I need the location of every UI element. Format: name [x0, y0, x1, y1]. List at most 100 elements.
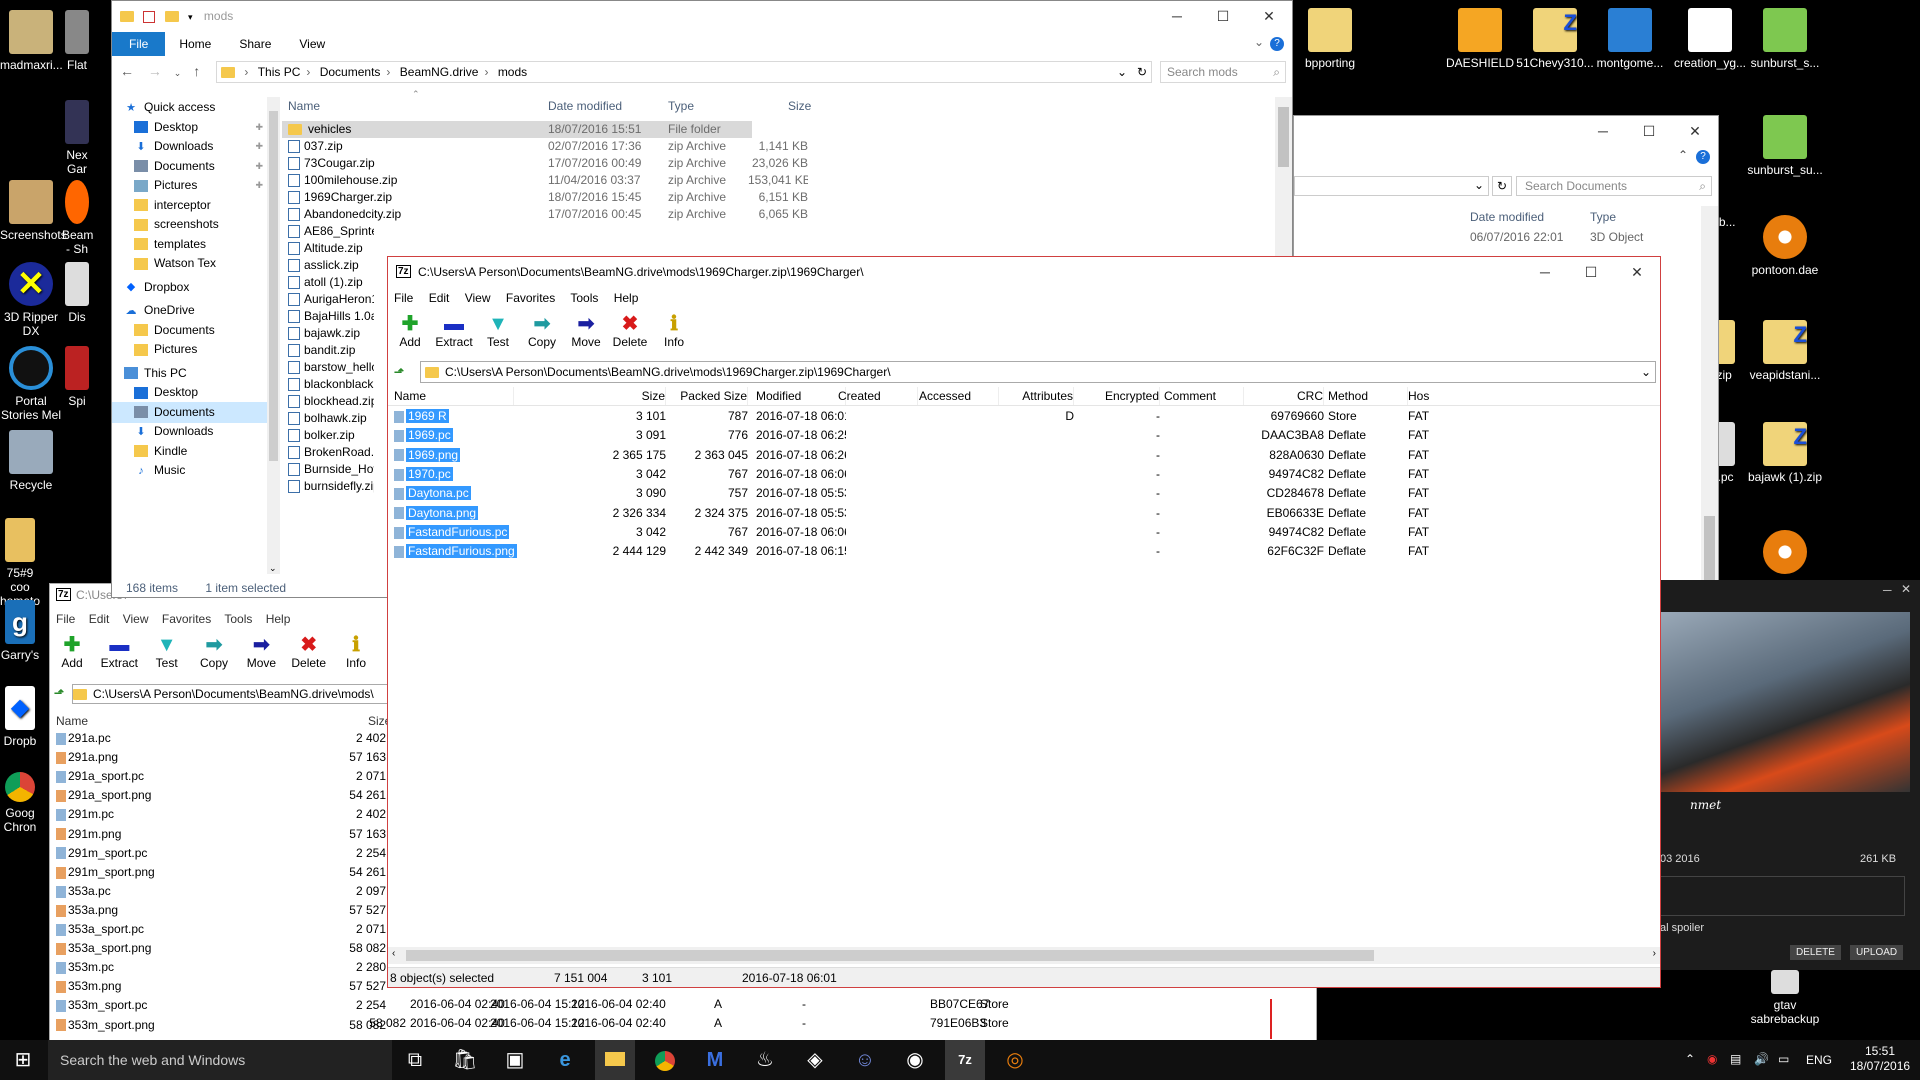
desktop-icon-3dripper[interactable]: ✕ 3D Ripper DX [0, 262, 62, 338]
spoiler-field[interactable] [1660, 876, 1905, 916]
blender-icon[interactable]: ◎ [995, 1040, 1035, 1080]
archive-row[interactable]: FastandFurious.png 2 444 129 2 442 349 2016… [388, 542, 1660, 561]
upload-button[interactable]: UPLOAD [1850, 945, 1904, 960]
desktop-icon-veapid[interactable]: Zveapidstani... [1745, 320, 1825, 382]
pin-icon[interactable]: ✚ [255, 156, 263, 177]
archive-row[interactable]: Daytona.pc 3 090 757 2016-07-18 05:53 - CD284… [388, 484, 1660, 503]
nav-item-documents[interactable]: Documents [112, 320, 267, 341]
desktop-icon-montgome[interactable]: montgome... [1590, 8, 1670, 70]
spoiler-label[interactable]: al spoiler [1660, 922, 1704, 934]
7zip-taskbar-icon[interactable]: 7z [945, 1040, 985, 1080]
7zip-window-1969charger[interactable]: 7z C:\Users\A Person\Documents\BeamNG.dr… [387, 256, 1661, 988]
column-header-name[interactable]: Name [288, 99, 320, 113]
archive-row[interactable]: 353a.pc 2 097 [50, 882, 390, 901]
up-folder-icon[interactable]: ⬏ [54, 686, 64, 700]
discord-icon[interactable]: ☺ [845, 1040, 885, 1080]
archive-row[interactable]: 291a.pc 2 402 [50, 729, 390, 748]
delete-button[interactable]: DELETE [1790, 945, 1841, 960]
minimize-button[interactable]: ─ [1522, 257, 1568, 287]
menu-edit[interactable]: Edit [89, 612, 110, 626]
delete-button[interactable]: ✖ Delete [608, 313, 652, 349]
file-row[interactable]: vehicles 18/07/2016 15:51 File folder [282, 121, 752, 138]
archive-row[interactable]: 353m.pc 2 280 [50, 958, 390, 977]
refresh-icon[interactable]: ↻ [1137, 62, 1147, 82]
test-button[interactable]: ▼ Test [476, 313, 520, 349]
desktop-icon-screenshots[interactable]: Screenshots [0, 180, 67, 242]
file-row[interactable]: Abandonedcity.zip 17/07/2016 00:45 zip Arc… [282, 206, 972, 223]
archive-row[interactable]: 353a_sport.png 58 082 [50, 939, 390, 958]
maximize-button[interactable]: ☐ [1568, 257, 1614, 287]
cortana-search[interactable]: Search the web and Windows [48, 1040, 392, 1080]
close-icon[interactable]: ✕ [1901, 582, 1911, 596]
breadcrumb-documents[interactable]: Documents [320, 65, 381, 79]
menu-view[interactable]: View [465, 291, 491, 305]
nav-item-templates[interactable]: templates [112, 234, 267, 255]
copy-button[interactable]: ➡ Copy [520, 313, 564, 349]
column-header-size[interactable]: Size [588, 387, 666, 405]
archive-row[interactable]: 291m_sport.pc 2 254 [50, 844, 390, 863]
nav-item-quick-access[interactable]: ★ Quick access [112, 97, 267, 118]
column-header-type[interactable]: Type [668, 99, 694, 113]
file-row[interactable]: 1969Charger.zip 18/07/2016 15:45 zip Archi… [282, 189, 972, 206]
archive-row[interactable]: 1970.pc 3 042 767 2016-07-18 06:06 - 94974C82… [388, 465, 1660, 484]
file-row[interactable]: 037.zip 02/07/2016 17:36 zip Archive 1,141 … [282, 138, 972, 155]
file-row[interactable]: AE86_Sprinter_ [282, 223, 972, 240]
dropdown-icon[interactable]: ▾ [188, 12, 193, 22]
chevron-down-icon[interactable]: ⌄ [1254, 35, 1264, 49]
malwarebytes-icon[interactable]: M [695, 1040, 735, 1080]
desktop-icon-garrys[interactable]: g Garry's [0, 600, 40, 662]
start-button[interactable]: ⊞ [0, 1040, 46, 1080]
tab-share[interactable]: Share [225, 32, 285, 56]
column-header-attributes[interactable]: Attributes [988, 387, 1074, 405]
nav-item-watson-tex[interactable]: Watson Tex [112, 253, 267, 274]
archive-row[interactable]: 291a_sport.png 54 261 [50, 786, 390, 805]
tab-home[interactable]: Home [165, 32, 225, 56]
menu-tools[interactable]: Tools [570, 291, 598, 305]
file-row[interactable]: 73Cougar.zip 17/07/2016 00:49 zip Archive 2… [282, 155, 972, 172]
column-header-size[interactable]: Size [788, 99, 811, 113]
archive-row[interactable]: 291a.png 57 163 [50, 748, 390, 767]
add-button[interactable]: ✚ Add [388, 313, 432, 349]
menu-favorites[interactable]: Favorites [162, 612, 211, 626]
tab-file[interactable]: File [112, 32, 166, 56]
nav-scrollbar[interactable]: ⌄ [267, 97, 280, 574]
column-header-name[interactable]: Name [56, 714, 88, 728]
tab-view[interactable]: View [285, 32, 339, 56]
forward-icon[interactable]: → [148, 63, 162, 79]
archive-row[interactable]: 1969.png 2 365 175 2 363 045 2016-07-18 06:… [388, 446, 1660, 465]
archive-row[interactable]: 353a.png 57 527 [50, 901, 390, 920]
nav-item-dropbox[interactable]: ◆ Dropbox [112, 277, 267, 298]
column-header-packed-size[interactable]: Packed Size [668, 387, 748, 405]
archive-row[interactable]: 353a_sport.pc 2 071 [50, 920, 390, 939]
clock[interactable]: 15:51 18/07/2016 [1850, 1044, 1910, 1074]
desktop-icon-creation[interactable]: creation_yg... [1670, 8, 1750, 70]
column-header-date[interactable]: Date modified [548, 99, 622, 113]
close-button[interactable]: ✕ [1614, 257, 1660, 287]
breadcrumb-this-pc[interactable]: This PC [258, 65, 301, 79]
nav-item-downloads[interactable]: ⬇ Downloads [112, 421, 267, 442]
nav-item-desktop[interactable]: Desktop ✚ [112, 117, 267, 138]
close-button[interactable]: ✕ [1672, 116, 1718, 146]
menu-tools[interactable]: Tools [224, 612, 252, 626]
tray-app-icon[interactable]: ◉ [1707, 1052, 1717, 1066]
task-view-icon[interactable]: ⧉ [395, 1040, 435, 1080]
desktop-icon-chrome[interactable]: Goog Chron [0, 772, 40, 834]
add-button[interactable]: ✚ Add [50, 634, 94, 670]
archive-row[interactable]: FastandFurious.pc 3 042 767 2016-07-18 06:0… [388, 523, 1660, 542]
breadcrumb-mods[interactable]: mods [498, 65, 527, 79]
volume-icon[interactable]: 🔊 [1754, 1052, 1769, 1066]
delete-button[interactable]: ✖ Delete [287, 634, 331, 670]
archive-row[interactable]: 291m.png 57 163 [50, 825, 390, 844]
column-header-encrypted[interactable]: Encrypted [1078, 387, 1160, 405]
refresh-icon[interactable]: ↻ [1492, 176, 1512, 196]
column-header-type[interactable]: Type [1590, 210, 1616, 224]
nav-item-documents[interactable]: Documents [112, 401, 267, 423]
chevron-down-icon[interactable]: ⌄ [1641, 362, 1651, 382]
properties-icon[interactable] [143, 10, 156, 23]
desktop-icon-75[interactable]: 75#9 coo hometo [0, 518, 40, 608]
info-button[interactable]: ℹ Info [652, 313, 696, 349]
pin-icon[interactable]: ✚ [255, 117, 263, 138]
search-input[interactable]: Search Documents ⌕ [1516, 176, 1712, 196]
menu-help[interactable]: Help [266, 612, 291, 626]
archive-row[interactable]: 291m_sport.png 54 261 [50, 863, 390, 882]
